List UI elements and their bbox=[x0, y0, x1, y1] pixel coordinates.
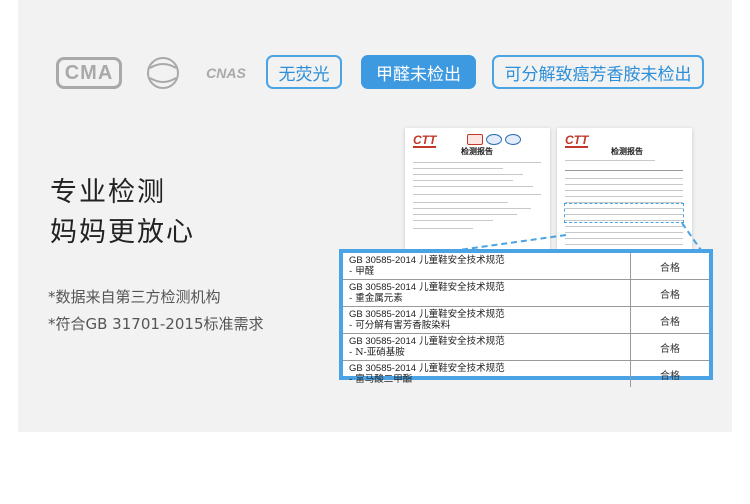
highlight-region bbox=[564, 203, 684, 223]
table-row: GB 30585-2014 儿童鞋安全技术规范 - 可分解有害芳香胺染料 合格 bbox=[343, 307, 709, 334]
ctt-logo: CTT bbox=[565, 133, 589, 148]
tag-label: 无荧光 bbox=[278, 64, 330, 85]
test-result: 合格 bbox=[660, 262, 680, 274]
test-result: 合格 bbox=[660, 370, 680, 382]
test-result: 合格 bbox=[660, 316, 680, 328]
test-item: - 可分解有害芳香胺染料 bbox=[349, 320, 451, 331]
test-item: - N-亚硝基胺 bbox=[349, 347, 405, 358]
cnas-logo: CNAS bbox=[202, 56, 250, 90]
table-row: GB 30585-2014 儿童鞋安全技术规范 - 富马酸二甲酯 合格 bbox=[343, 361, 709, 387]
report-title: 检测报告 bbox=[461, 147, 493, 156]
tag-formaldehyde-not-detected: 甲醛未检出 bbox=[361, 55, 476, 89]
ilac-mra-icon bbox=[147, 57, 179, 89]
tag-label: 甲醛未检出 bbox=[376, 64, 461, 85]
zoomed-results-table: GB 30585-2014 儿童鞋安全技术规范 - 甲醛 合格 GB 30585… bbox=[339, 249, 713, 387]
heading-line-1: 专业检测 bbox=[50, 177, 166, 208]
ctt-logo: CTT bbox=[413, 133, 437, 148]
heading-line-2: 妈妈更放心 bbox=[50, 217, 195, 248]
note-standard: *符合GB 31701-2015标准需求 bbox=[48, 315, 264, 333]
tag-aromatic-amine-not-detected: 可分解致癌芳香胺未检出 bbox=[492, 55, 704, 89]
cma-logo-text: CMA bbox=[55, 57, 123, 89]
cma-logo: CMA bbox=[55, 56, 123, 90]
accreditation-badges bbox=[467, 134, 521, 145]
test-result: 合格 bbox=[660, 289, 680, 301]
test-result: 合格 bbox=[660, 343, 680, 355]
ilac-mra-logo bbox=[140, 56, 186, 90]
report-title: 检测报告 bbox=[611, 147, 643, 156]
note-source: *数据来自第三方检测机构 bbox=[48, 288, 221, 306]
test-item: - 重金属元素 bbox=[349, 293, 403, 304]
cnas-logo-text: CNAS bbox=[206, 65, 246, 81]
table-row: GB 30585-2014 儿童鞋安全技术规范 - 重金属元素 合格 bbox=[343, 280, 709, 307]
tag-label: 可分解致癌芳香胺未检出 bbox=[504, 64, 692, 85]
test-item: - 富马酸二甲酯 bbox=[349, 374, 413, 385]
test-item: - 甲醛 bbox=[349, 266, 375, 277]
table-row: GB 30585-2014 儿童鞋安全技术规范 - N-亚硝基胺 合格 bbox=[343, 334, 709, 361]
table-row: GB 30585-2014 儿童鞋安全技术规范 - 甲醛 合格 bbox=[343, 253, 709, 280]
tag-no-fluorescence: 无荧光 bbox=[266, 55, 342, 89]
